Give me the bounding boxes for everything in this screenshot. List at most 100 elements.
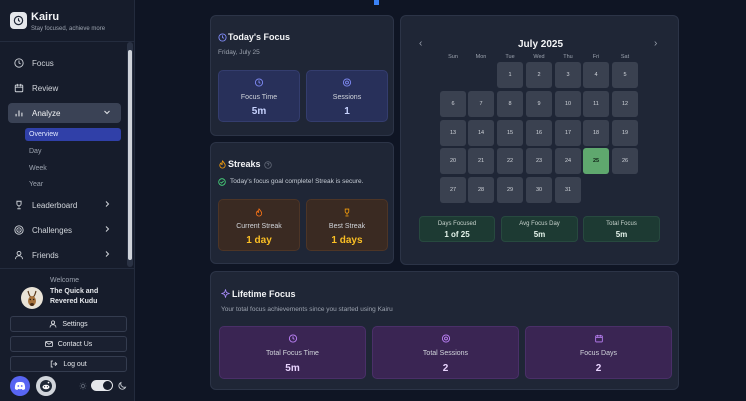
calendar-day[interactable]: 7 [468, 91, 494, 117]
calendar-day[interactable]: 11 [583, 91, 609, 117]
calendar-day[interactable]: 20 [440, 148, 466, 174]
subnav-week[interactable]: Week [25, 162, 121, 175]
calendar-day[interactable]: 12 [612, 91, 638, 117]
flame-icon [219, 160, 226, 169]
nav-item-challenges[interactable]: Challenges [8, 220, 121, 240]
selection-handle [374, 0, 379, 5]
sessions-stat: Sessions 1 [306, 70, 388, 122]
trophy-icon [16, 200, 22, 210]
clock-icon [288, 334, 297, 343]
todays-focus-card: Today's Focus Friday, July 25 Focus Time… [210, 15, 394, 136]
nav-item-focus[interactable]: Focus [8, 53, 121, 73]
calendar-day[interactable]: 29 [497, 177, 523, 203]
help-icon[interactable] [264, 161, 272, 169]
avatar[interactable] [21, 287, 43, 309]
discord-icon [14, 382, 26, 390]
calendar-day[interactable]: 22 [497, 148, 523, 174]
calendar-day[interactable]: 16 [526, 120, 552, 146]
contact-button[interactable]: Contact Us [10, 336, 127, 352]
weekday-label: Tue [505, 54, 515, 60]
calendar-day[interactable]: 14 [468, 120, 494, 146]
calendar-day[interactable]: 5 [612, 62, 638, 88]
calendar-icon [594, 334, 603, 343]
target-icon [342, 78, 352, 87]
calendar-icon [14, 83, 24, 93]
logout-button[interactable]: Log out [10, 356, 127, 372]
clock-icon [218, 33, 227, 42]
weekday-label: Sun [448, 54, 458, 60]
stat-value: 1 of 25 [444, 230, 470, 239]
calendar-day[interactable]: 10 [555, 91, 581, 117]
calendar-day-today[interactable]: 25 [583, 148, 609, 174]
brand[interactable]: Kairu Stay focused, achieve more [10, 11, 105, 32]
calendar-day[interactable]: 15 [497, 120, 523, 146]
streak-message: Today's focus goal complete! Streak is s… [230, 178, 364, 185]
days-focused-stat: Days Focused 1 of 25 [419, 216, 495, 242]
weekday-label: Sat [620, 54, 630, 60]
streaks-card: Streaks Today's focus goal complete! Str… [210, 142, 394, 264]
calendar-day[interactable]: 13 [440, 120, 466, 146]
reddit-button[interactable] [36, 376, 56, 396]
focus-days-stat: Focus Days 2 [525, 326, 672, 379]
stat-value: 5m [533, 230, 546, 239]
nav-item-leaderboard[interactable]: Leaderboard [8, 195, 121, 215]
stat-label: Avg Focus Day [519, 221, 560, 227]
user-icon [49, 320, 57, 328]
app-tagline: Stay focused, achieve more [31, 26, 106, 32]
calendar-day[interactable]: 18 [583, 120, 609, 146]
nav-label: Focus [32, 58, 54, 68]
target-icon [441, 334, 450, 343]
lifetime-subtitle: Your total focus achievements since you … [221, 306, 393, 313]
stat-label: Best Streak [328, 223, 366, 230]
calendar-day[interactable]: 24 [555, 148, 581, 174]
prev-month-button[interactable]: ‹ [419, 38, 422, 49]
settings-button[interactable]: Settings [10, 316, 127, 332]
settings-label: Settings [62, 320, 88, 328]
calendar-day[interactable]: 23 [526, 148, 552, 174]
subnav-overview[interactable]: Overview [25, 128, 121, 141]
theme-toggle[interactable] [91, 380, 113, 391]
sidebar-scrollbar[interactable] [127, 42, 133, 267]
subnav-year[interactable]: Year [25, 178, 121, 191]
stat-label: Total Focus [606, 221, 637, 227]
calendar-day[interactable]: 19 [612, 120, 638, 146]
calendar-day[interactable]: 27 [440, 177, 466, 203]
calendar-day[interactable]: 26 [612, 148, 638, 174]
sidebar: Kairu Stay focused, achieve more Focus R… [0, 0, 135, 401]
nav-label: Review [32, 83, 59, 93]
clock-logo-icon [10, 12, 27, 29]
kudu-avatar-icon [27, 290, 37, 306]
moon-icon [118, 381, 127, 390]
calendar-day[interactable]: 4 [583, 62, 609, 88]
discord-button[interactable] [10, 376, 30, 396]
avg-focus-day-stat: Avg Focus Day 5m [501, 216, 578, 242]
nav-item-analyze[interactable]: Analyze [8, 103, 121, 123]
stat-value: 1 [344, 106, 350, 117]
calendar-day[interactable]: 21 [468, 148, 494, 174]
next-month-button[interactable]: › [654, 38, 657, 49]
calendar-day[interactable]: 31 [555, 177, 581, 203]
calendar-day[interactable]: 8 [497, 91, 523, 117]
target-icon [14, 225, 24, 235]
calendar-day[interactable]: 1 [497, 62, 523, 88]
calendar-day[interactable]: 17 [555, 120, 581, 146]
calendar-day[interactable]: 30 [526, 177, 552, 203]
weekday-label: Mon [475, 54, 487, 60]
card-title: Today's Focus [228, 32, 290, 42]
chevron-right-icon [105, 251, 110, 257]
subnav-day[interactable]: Day [25, 145, 121, 158]
calendar-day[interactable]: 2 [526, 62, 552, 88]
stat-value: 5m [251, 106, 267, 117]
calendar-day[interactable]: 9 [526, 91, 552, 117]
reddit-icon [40, 380, 52, 392]
stat-value: 1 days [331, 235, 363, 246]
nav-item-friends[interactable]: Friends [8, 245, 121, 265]
scrollbar-thumb[interactable] [128, 50, 132, 260]
calendar-day[interactable]: 28 [468, 177, 494, 203]
nav-item-review[interactable]: Review [8, 78, 121, 98]
calendar-day[interactable]: 3 [555, 62, 581, 88]
calendar-day[interactable]: 6 [440, 91, 466, 117]
app-title: Kairu [31, 11, 60, 23]
flame-icon [255, 208, 263, 217]
logout-label: Log out [63, 360, 87, 368]
